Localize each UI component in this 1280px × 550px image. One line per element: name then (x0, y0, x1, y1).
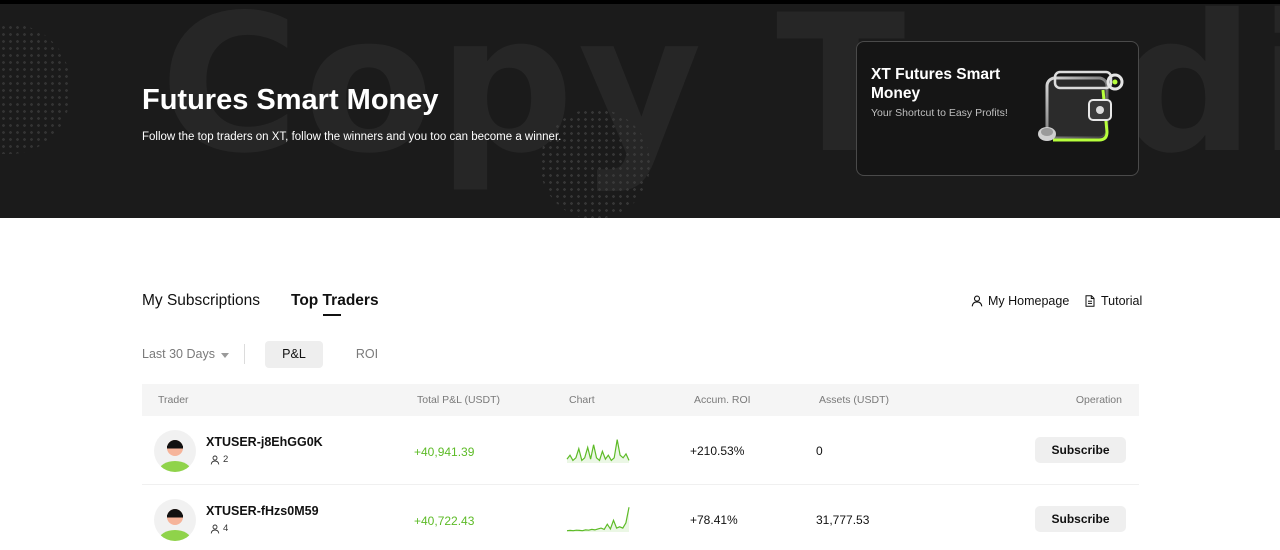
header-chart: Chart (569, 394, 595, 406)
header-accum-roi: Accum. ROI (694, 394, 751, 406)
period-label: Last 30 Days (142, 347, 215, 361)
subscribe-button[interactable]: Subscribe (1035, 506, 1126, 532)
hero-title: Futures Smart Money (142, 84, 439, 116)
period-select[interactable]: Last 30 Days (142, 347, 229, 361)
header-total-pnl: Total P&L (USDT) (417, 394, 501, 406)
follower-count: 2 (210, 454, 228, 465)
hero-banner: Copy Trading Futures Smart Money Follow … (0, 0, 1280, 218)
metric-pl-button[interactable]: P&L (265, 341, 323, 368)
promo-title: XT Futures Smart Money (871, 66, 1001, 102)
my-homepage-link[interactable]: My Homepage (971, 294, 1069, 308)
caret-down-icon (220, 352, 229, 358)
header-trader: Trader (158, 394, 189, 406)
avatar-icon (159, 440, 191, 472)
avatar-icon (159, 509, 191, 541)
tutorial-link[interactable]: Tutorial (1084, 294, 1142, 308)
follower-count-value: 4 (223, 523, 229, 534)
tutorial-label: Tutorial (1101, 294, 1143, 308)
my-homepage-label: My Homepage (988, 294, 1070, 308)
assets-value: 0 (816, 444, 823, 458)
total-pnl: +40,722.43 (414, 514, 475, 528)
total-pnl: +40,941.39 (414, 445, 475, 459)
active-tab-indicator (323, 314, 341, 316)
user-icon (210, 524, 220, 533)
divider (244, 344, 245, 364)
table-row[interactable]: XTUSER-fHzs0M59 4 +40,722.43 +78.41% 31,… (142, 486, 1139, 550)
accum-roi: +210.53% (690, 444, 745, 458)
follower-count: 4 (210, 523, 228, 534)
user-icon (971, 295, 983, 307)
pnl-sparkline (566, 507, 630, 532)
trader-name[interactable]: XTUSER-j8EhGG0K (206, 435, 323, 449)
subscribe-button[interactable]: Subscribe (1035, 437, 1126, 463)
promo-subtitle: Your Shortcut to Easy Profits! (871, 107, 1008, 119)
metric-roi-button[interactable]: ROI (341, 341, 393, 368)
header-operation: Operation (1075, 394, 1122, 406)
table-header: Trader Total P&L (USDT) Chart Accum. ROI… (142, 384, 1139, 416)
dot-pattern (0, 24, 70, 154)
accum-roi: +78.41% (690, 513, 738, 527)
dot-pattern (540, 109, 650, 218)
hero-subtitle: Follow the top traders on XT, follow the… (142, 131, 562, 143)
avatar (154, 499, 196, 541)
assets-value: 31,777.53 (816, 513, 870, 527)
wallet-illustration-icon (1038, 70, 1124, 142)
avatar (154, 430, 196, 472)
follower-count-value: 2 (223, 454, 229, 465)
document-icon (1085, 295, 1095, 307)
trader-name[interactable]: XTUSER-fHzs0M59 (206, 504, 319, 518)
tab-top-traders[interactable]: Top Traders (291, 292, 379, 310)
pnl-sparkline (566, 439, 630, 463)
header-assets: Assets (USDT) (819, 394, 890, 406)
user-icon (210, 455, 220, 464)
promo-card[interactable]: XT Futures Smart Money Your Shortcut to … (856, 41, 1139, 176)
tab-my-subscriptions[interactable]: My Subscriptions (142, 292, 260, 310)
table-row[interactable]: XTUSER-j8EhGG0K 2 +40,941.39 +210.53% 0 … (142, 417, 1139, 485)
